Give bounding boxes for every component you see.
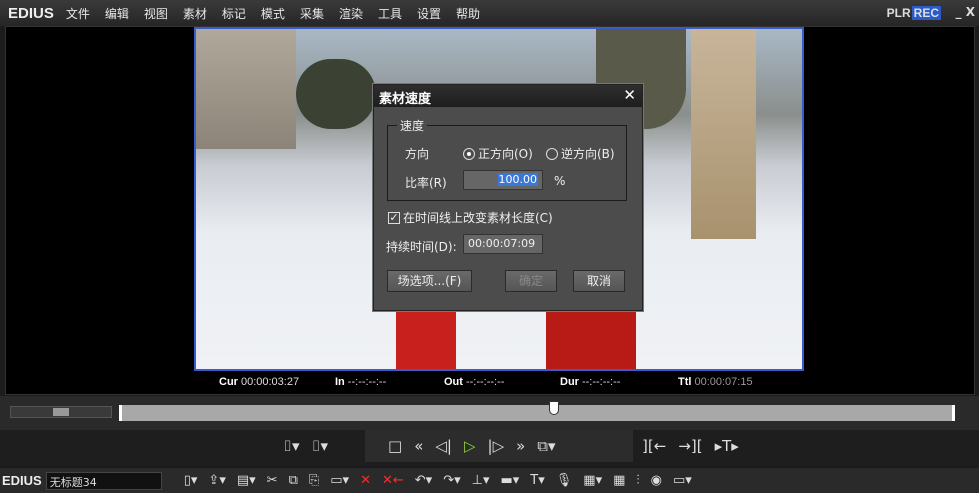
zoom-slider[interactable]	[10, 406, 112, 418]
menu-bar: EDIUS 文件 编辑 视图 素材 标记 模式 采集 渲染 工具 设置 帮助 P…	[0, 0, 979, 26]
transition-icon[interactable]: ▬▾	[500, 473, 519, 488]
insert-icon[interactable]: ][←	[642, 437, 666, 455]
color-icon[interactable]: ◉	[651, 473, 662, 488]
direction-label: 方向	[405, 147, 430, 161]
mic-icon[interactable]: 🎙	[556, 473, 573, 488]
edius-logo: EDIUS	[2, 473, 42, 488]
copy-icon[interactable]: ⧉	[289, 473, 298, 488]
replace-icon[interactable]: ▸T▸	[715, 437, 739, 455]
menu-render[interactable]: 渲染	[339, 5, 363, 22]
new-icon[interactable]: ▯▾	[184, 473, 198, 488]
playhead[interactable]	[548, 401, 559, 415]
menu-help[interactable]: 帮助	[456, 5, 480, 22]
change-length-checkbox[interactable]: ✓ 在时间线上改变素材长度(C)	[388, 209, 553, 226]
clip-speed-dialog: 素材速度 ✕ 速度 方向 正方向(O) 逆方向(B) 比率(R) 100.00 %…	[373, 84, 643, 311]
project-name-field[interactable]: 无标题34	[45, 471, 162, 490]
transport-bar: ⌷▾ ⌷▾ □ « ◁| ▷ |▷ » ⧉▾ ][← →][ ▸T▸	[0, 430, 979, 466]
menu-file[interactable]: 文件	[66, 5, 90, 22]
close-icon[interactable]: ✕	[623, 86, 636, 104]
grid-icon[interactable]: ▦	[613, 473, 625, 488]
step-forward-icon[interactable]: |▷	[488, 437, 505, 455]
paste-icon[interactable]: ⎘	[309, 473, 319, 488]
speed-group-label: 速度	[397, 117, 428, 134]
duration-label: 持续时间(D):	[386, 240, 457, 254]
zoom-slider-handle[interactable]	[53, 408, 69, 416]
menu-settings[interactable]: 设置	[417, 5, 441, 22]
timecode-dur: Dur --:--:--:--	[560, 376, 621, 388]
set-out-icon[interactable]: ⌷▾	[312, 437, 329, 455]
rate-label: 比率(R)	[405, 176, 447, 190]
scrub-area	[0, 396, 979, 430]
rate-input[interactable]: 100.00	[463, 170, 543, 190]
marker-icon[interactable]: ⊥▾	[472, 473, 490, 488]
delete-icon[interactable]: ✕	[360, 473, 371, 488]
menu-tools[interactable]: 工具	[378, 5, 402, 22]
app-logo: EDIUS	[8, 4, 54, 22]
overwrite-icon[interactable]: →][	[678, 437, 702, 455]
rewind-icon[interactable]: «	[414, 437, 423, 455]
menu-edit[interactable]: 编辑	[105, 5, 129, 22]
timeline-toolbar: EDIUS 无标题34 ▯▾ ⇪▾ ▤▾ ✂ ⧉ ⎘ ▭▾ ✕ ✕← ↶▾ ↷▾…	[0, 468, 979, 493]
stop-icon[interactable]: □	[388, 437, 402, 455]
ok-button[interactable]: 确定	[505, 270, 557, 292]
title-icon[interactable]: T▾	[530, 473, 544, 488]
timecode-cur: Cur 00:00:03:27	[219, 376, 300, 388]
rate-unit: %	[554, 174, 566, 188]
save-icon[interactable]: ▤▾	[237, 473, 256, 488]
timecode-ttl: Ttl 00:00:07:15	[678, 376, 753, 388]
loop-icon[interactable]: ⧉▾	[537, 437, 555, 455]
render-icon[interactable]: ▦▾	[583, 473, 602, 488]
close-button[interactable]: X	[966, 5, 975, 19]
reverse-radio[interactable]: 逆方向(B)	[546, 145, 615, 162]
timecode-in: In --:--:--:--	[335, 376, 387, 388]
rec-label[interactable]: REC	[911, 6, 941, 20]
dialog-title-bar: 素材速度 ✕	[374, 85, 642, 107]
step-back-icon[interactable]: ◁|	[435, 437, 452, 455]
set-in-icon[interactable]: ⌷▾	[283, 437, 300, 455]
play-icon[interactable]: ▷	[464, 437, 476, 455]
fast-forward-icon[interactable]: »	[516, 437, 525, 455]
field-options-button[interactable]: 场选项...(F)	[387, 270, 472, 292]
menu-mode[interactable]: 模式	[261, 5, 285, 22]
minimize-button[interactable]: _	[956, 5, 962, 19]
window-buttons: _ X	[956, 5, 975, 19]
mixer-icon[interactable]: ⫶	[636, 473, 639, 488]
forward-radio[interactable]: 正方向(O)	[463, 145, 533, 162]
duration-input[interactable]: 00:00:07:09	[463, 234, 543, 254]
menu-view[interactable]: 视图	[144, 5, 168, 22]
dialog-title: 素材速度	[379, 92, 432, 107]
menu-clip[interactable]: 素材	[183, 5, 207, 22]
open-icon[interactable]: ⇪▾	[208, 473, 225, 488]
undo-icon[interactable]: ↶▾	[415, 473, 432, 488]
plr-label[interactable]: PLR	[887, 6, 911, 20]
link-icon[interactable]: ▭▾	[330, 473, 349, 488]
cut-icon[interactable]: ✂	[267, 473, 278, 488]
ripple-delete-icon[interactable]: ✕←	[382, 473, 404, 488]
scrub-track[interactable]	[119, 401, 955, 421]
menu-capture[interactable]: 采集	[300, 5, 324, 22]
menu-marker[interactable]: 标记	[222, 5, 246, 22]
layout-icon[interactable]: ▭▾	[673, 473, 692, 488]
redo-icon[interactable]: ↷▾	[443, 473, 460, 488]
plr-rec-toggle[interactable]: PLR REC	[887, 6, 941, 20]
cancel-button[interactable]: 取消	[573, 270, 625, 292]
timecode-out: Out --:--:--:--	[444, 376, 505, 388]
